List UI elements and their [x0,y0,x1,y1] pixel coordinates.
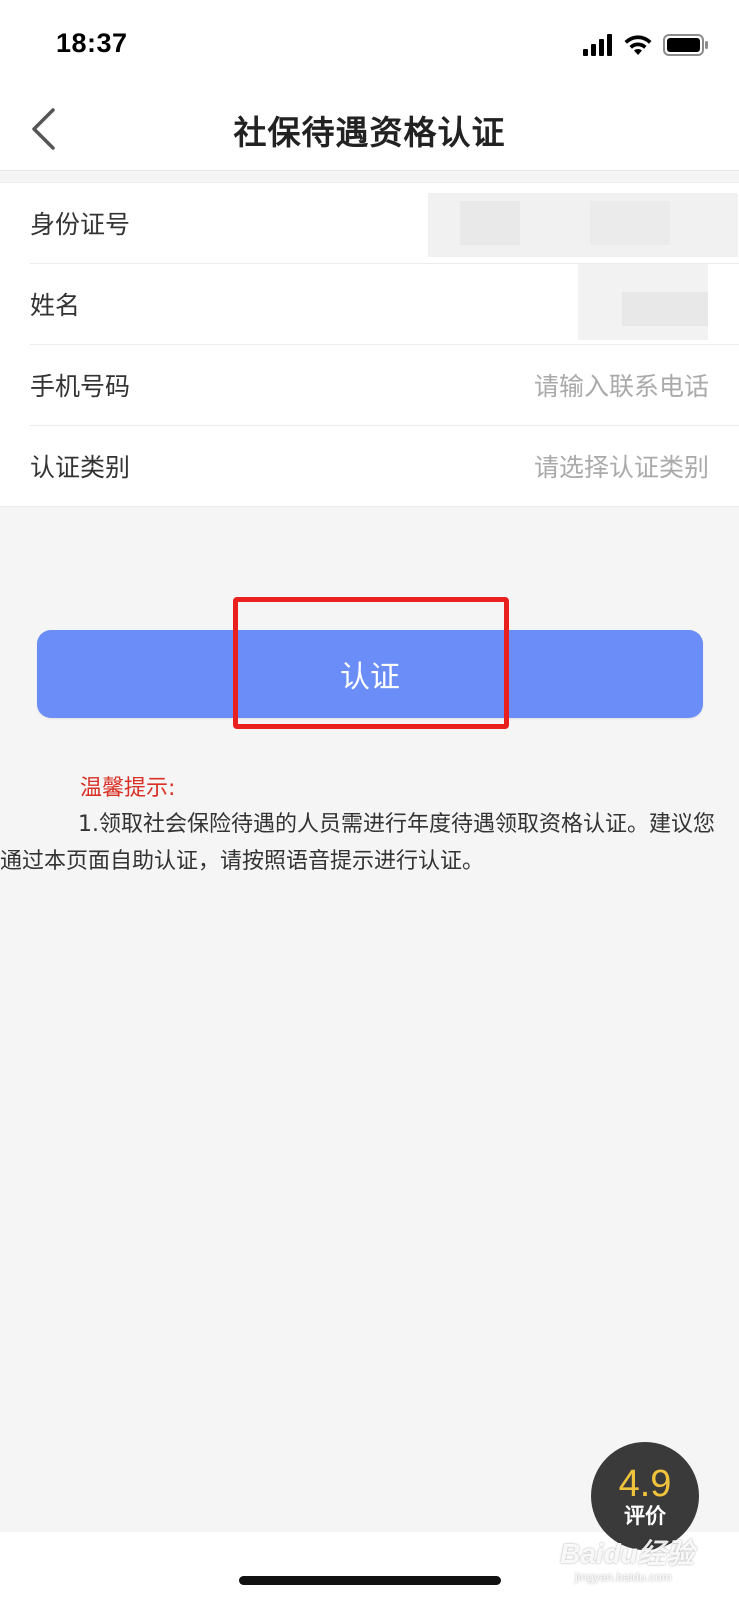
home-indicator[interactable] [239,1576,501,1585]
redacted-block [622,292,708,326]
certify-button[interactable]: 认证 [37,630,703,718]
tips-title: 温馨提示: [80,776,176,801]
category-select[interactable]: 请选择认证类别 [534,448,709,484]
redacted-block [460,201,520,245]
phone-label: 手机号码 [30,372,131,401]
id-number-label: 身份证号 [30,210,131,239]
wifi-icon [624,35,652,55]
certification-form: 身份证号 姓名 手机号码 请输入联系电话 认证类别 请选择认证类别 [0,182,739,507]
redacted-block [590,201,670,245]
status-icons [583,32,709,58]
page-title: 社保待遇资格认证 [233,113,506,152]
phone-row[interactable]: 手机号码 请输入联系电话 [30,345,739,426]
signal-icon [583,34,612,56]
watermark-url: jingyan.baidu.com [575,1570,672,1584]
rating-score: 4.9 [618,1463,672,1505]
watermark: Baidu经验 [560,1538,694,1569]
name-row[interactable]: 姓名 [30,264,739,345]
name-label: 姓名 [30,291,81,320]
tips-body: 1.领取社会保险待遇的人员需进行年度待遇领取资格认证。建议您通过本页面自助认证，… [0,812,715,874]
battery-icon [663,34,708,56]
status-bar: 18:37 [0,0,739,88]
id-number-row[interactable]: 身份证号 [30,183,739,264]
phone-input[interactable]: 请输入联系电话 [534,367,709,403]
category-label: 认证类别 [30,453,131,482]
category-row[interactable]: 认证类别 请选择认证类别 [30,426,739,506]
nav-bar: 社保待遇资格认证 [0,88,739,171]
rating-label: 评价 [624,1504,666,1528]
status-time: 18:37 [56,28,128,58]
